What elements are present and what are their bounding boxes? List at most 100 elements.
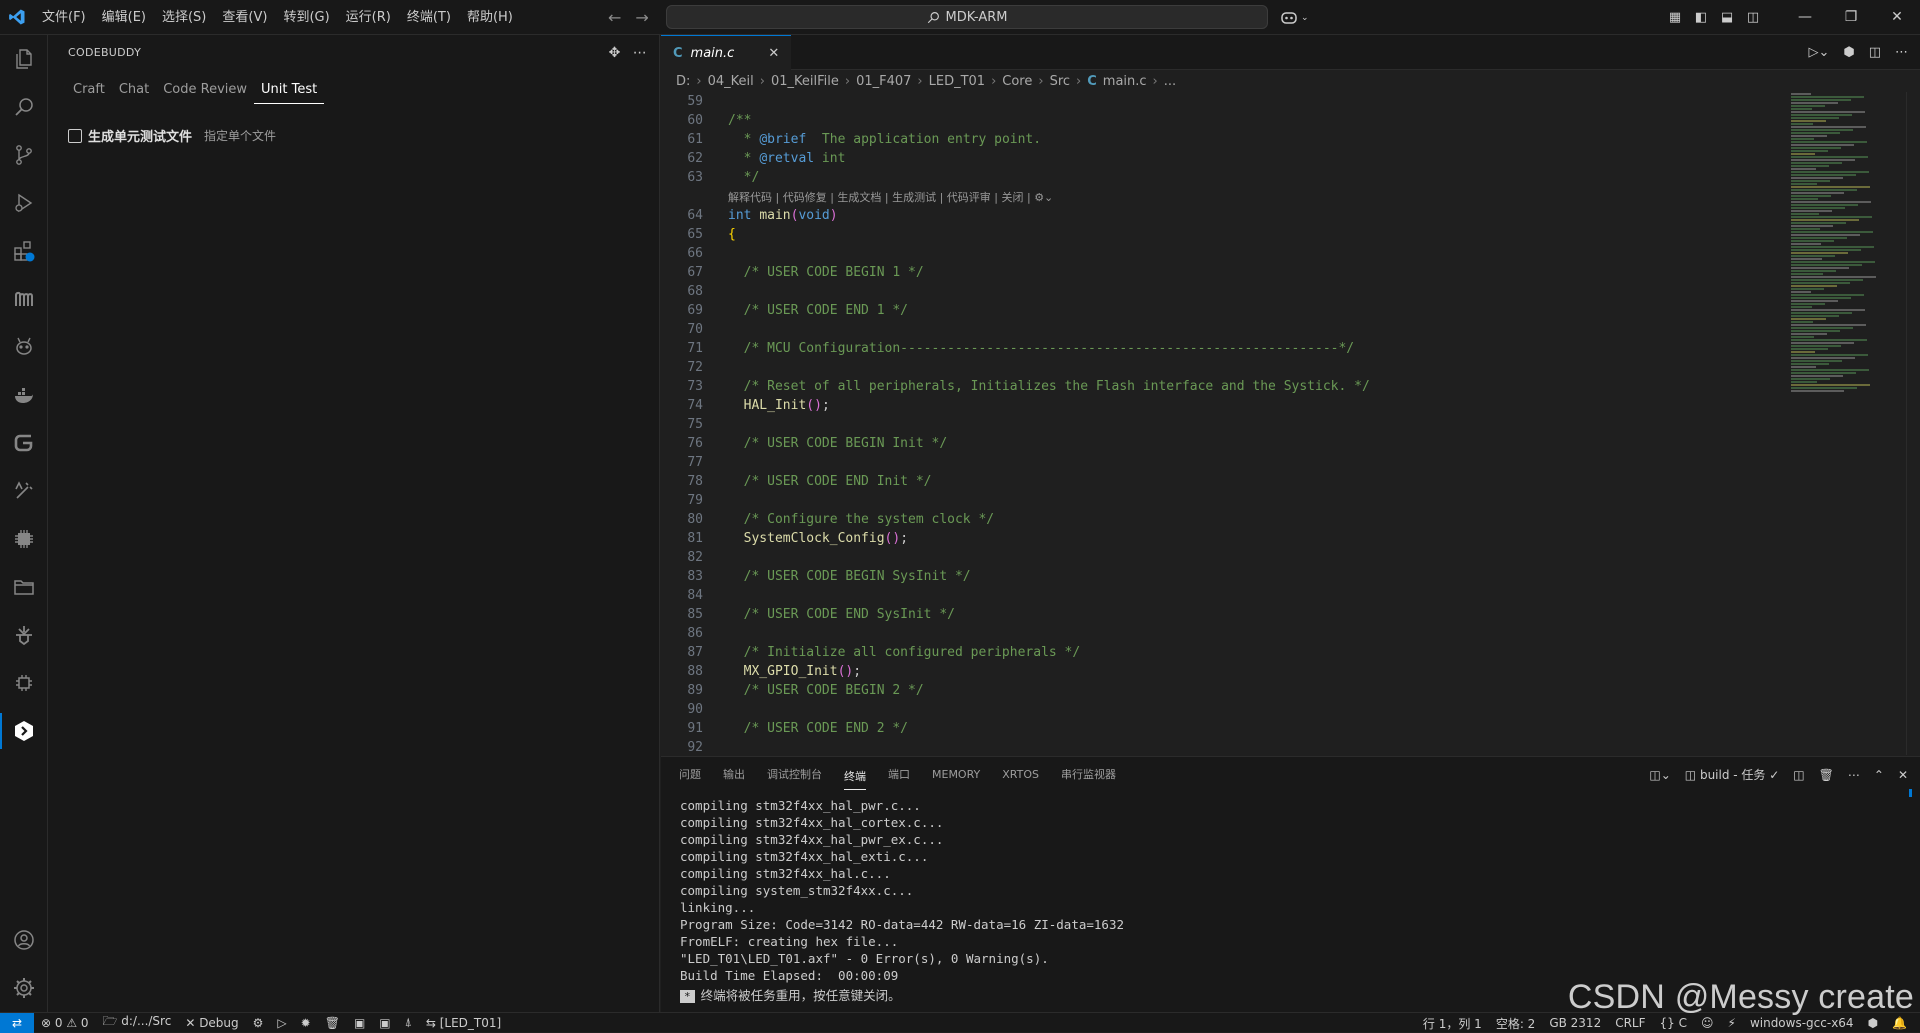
settings-gear-icon[interactable] [0,964,48,1012]
menu-view[interactable]: 查看(V) [214,0,275,35]
gitee-g-icon[interactable] [0,419,48,467]
problems-status[interactable]: ⊗ 0 ⚠ 0 [34,1016,96,1030]
codebuddy-hex-icon[interactable]: ⬢ [1843,45,1854,60]
remote-icon[interactable]: ⇄ [0,1012,34,1033]
code-line[interactable]: 70 [661,320,1781,339]
menu-help[interactable]: 帮助(H) [459,0,521,35]
encoding[interactable]: GB 2312 [1542,1016,1608,1030]
tab-chat[interactable]: Chat [112,80,156,104]
code-line[interactable]: 86 [661,624,1781,643]
layout-dropdown-icon[interactable]: ◫⌄ [1649,768,1670,782]
more-actions-icon[interactable]: ⋯ [633,45,647,61]
tab-problems[interactable]: 问题 [679,757,701,792]
code-line[interactable]: 76 /* USER CODE BEGIN Init */ [661,434,1781,453]
codebuddy-hex-icon[interactable]: ⬢ [1861,1016,1885,1030]
tab-debug-console[interactable]: 调试控制台 [767,757,822,792]
menu-run[interactable]: 运行(R) [338,0,399,35]
menu-terminal[interactable]: 终端(T) [399,0,459,35]
generate-unit-test-button[interactable]: 生成单元测试文件 指定单个文件 [48,126,659,145]
code-line[interactable]: 64 int main(void) [661,206,1781,225]
code-line[interactable]: 73 /* Reset of all peripherals, Initiali… [661,377,1781,396]
toolchain[interactable]: windows-gcc-x64 [1743,1016,1861,1030]
tab-unit-test[interactable]: Unit Test [254,80,325,104]
line-ending[interactable]: CRLF [1608,1016,1652,1030]
tab-serial-monitor[interactable]: 串行监视器 [1061,757,1116,792]
close-window-icon[interactable]: ✕ [1874,0,1920,35]
source-control-icon[interactable] [0,131,48,179]
minimap[interactable] [1791,92,1879,492]
toggle-primary-sidebar-icon[interactable]: ◧ [1688,10,1714,25]
breadcrumb-symbol[interactable]: ... [1164,74,1176,89]
code-line[interactable]: 77 [661,453,1781,472]
terminal-output[interactable]: compiling stm32f4xx_hal_pwr.c... compilin… [661,792,1920,1003]
code-line[interactable]: 84 [661,586,1781,605]
tab-main-c[interactable]: C main.c ✕ [661,35,792,70]
copilot-menu[interactable]: ⌄ [1280,0,1309,35]
terminal-task-selector[interactable]: ◫ build - 任务 ✓ [1685,766,1780,783]
debug-bug-icon[interactable]: ✹ [294,1016,318,1030]
platformio-icon[interactable] [0,611,48,659]
breadcrumb-folder[interactable]: LED_T01 [929,74,985,89]
run-icon[interactable]: ▷ [270,1016,293,1030]
forward-arrow-icon[interactable]: → [635,8,648,27]
trash-icon[interactable]: 🗑 [318,1016,347,1030]
explorer-icon[interactable] [0,35,48,83]
breadcrumb-folder[interactable]: Core [1002,74,1032,89]
keil-m-icon[interactable] [0,275,48,323]
close-icon[interactable]: ✕ [768,46,779,61]
language-mode[interactable]: {} C [1653,1016,1694,1030]
breadcrumb-folder[interactable]: 01_KeilFile [771,74,839,89]
code-editor[interactable]: 59 60 /** 61 * @brief The application entry… [661,92,1781,755]
path-status[interactable]: 🗁 d:/.../Src [96,1012,179,1033]
minimize-icon[interactable]: — [1782,0,1828,35]
code-line[interactable]: 65 { [661,225,1781,244]
code-line[interactable]: 85 /* USER CODE END SysInit */ [661,605,1781,624]
split-editor-icon[interactable]: ◫ [1869,45,1881,60]
tab-output[interactable]: 输出 [723,757,745,792]
breadcrumb-file[interactable]: main.c [1103,74,1147,89]
code-line[interactable]: 87 /* Initialize all configured peripher… [661,643,1781,662]
codelens-actions[interactable]: 解释代码 | 代码修复 | 生成文档 | 生成测试 | 代码评审 | 关闭 | … [661,187,1781,206]
tab-xrtos[interactable]: XRTOS [1002,757,1039,792]
code-line[interactable]: 88 MX_GPIO_Init(); [661,662,1781,681]
copilot-icon[interactable]: ☺ [1694,1016,1721,1030]
code-line[interactable]: 72 [661,358,1781,377]
more-actions-icon[interactable]: ⋯ [1848,768,1860,782]
breadcrumb-folder[interactable]: 01_F407 [856,74,911,89]
code-line[interactable]: 78 /* USER CODE END Init */ [661,472,1781,491]
run-debug-icon[interactable] [0,179,48,227]
command-center-search[interactable]: MDK-ARM [666,5,1268,29]
code-line[interactable]: 68 [661,282,1781,301]
toggle-panel-icon[interactable]: ⬓ [1714,10,1740,25]
cursor-position[interactable]: 行 1，列 1 [1416,1015,1489,1032]
notifications-bell-icon[interactable]: 🔔 [1885,1016,1914,1030]
wand-extension-icon[interactable] [0,467,48,515]
docker-icon[interactable] [0,371,48,419]
close-panel-icon[interactable]: ✕ [1898,768,1908,782]
editor-scrollbar[interactable] [1906,92,1920,755]
build-icon[interactable]: ▣ [347,1016,372,1030]
menu-edit[interactable]: 编辑(E) [94,0,154,35]
code-line[interactable]: 66 [661,244,1781,263]
code-line[interactable]: 75 [661,415,1781,434]
code-line[interactable]: 74 HAL_Init(); [661,396,1781,415]
account-icon[interactable] [0,916,48,964]
tab-terminal[interactable]: 终端 [844,764,866,790]
wand-icon[interactable]: ⚡ [1721,1016,1743,1030]
code-line[interactable]: 67 /* USER CODE BEGIN 1 */ [661,263,1781,282]
settings-gear-icon[interactable]: ⚙ [246,1016,271,1030]
indentation[interactable]: 空格: 2 [1489,1015,1543,1032]
code-line[interactable]: 63 */ [661,168,1781,187]
extensions-icon[interactable] [0,227,48,275]
breadcrumb-drive[interactable]: D: [676,74,690,89]
more-actions-icon[interactable]: ⋯ [1895,45,1908,60]
code-line[interactable]: 81 SystemClock_Config(); [661,529,1781,548]
restore-icon[interactable]: ❐ [1828,0,1874,35]
menu-go[interactable]: 转到(G) [275,0,337,35]
menu-file[interactable]: 文件(F) [34,0,94,35]
download-icon[interactable]: ⍋ [398,1015,419,1030]
code-line[interactable]: 83 /* USER CODE BEGIN SysInit */ [661,567,1781,586]
run-dropdown-icon[interactable]: ▷⌄ [1808,45,1829,60]
codebuddy-icon[interactable] [0,707,48,755]
maximize-panel-icon[interactable]: ⌃ [1874,768,1884,782]
